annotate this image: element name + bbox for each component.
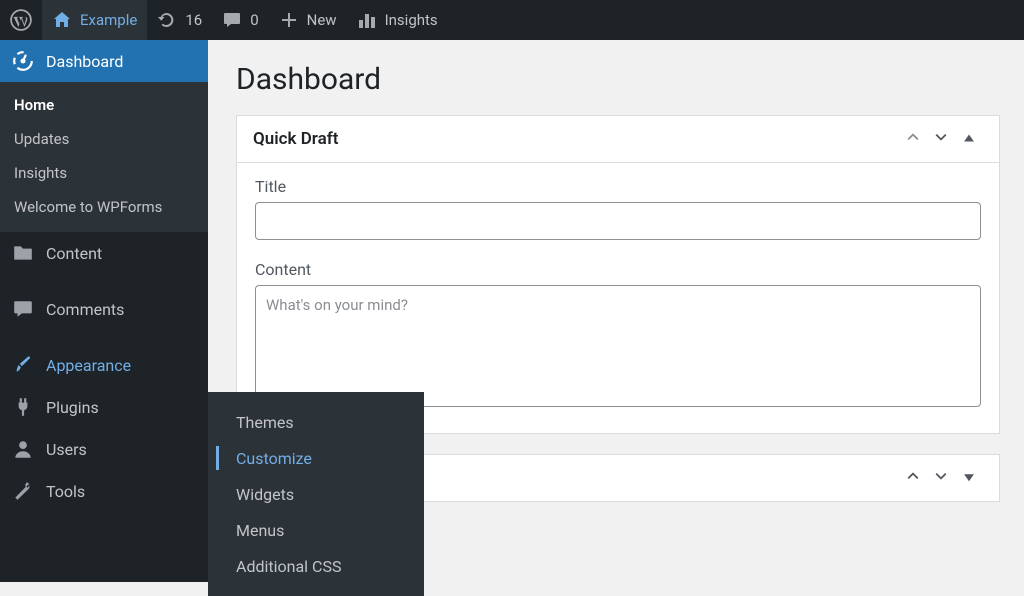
home-icon <box>52 10 72 30</box>
flyout-item-customize[interactable]: Customize <box>208 440 424 476</box>
page-title: Dashboard <box>236 62 1000 97</box>
submenu-item-insights[interactable]: Insights <box>0 156 208 190</box>
update-icon <box>157 10 177 30</box>
move-up-button[interactable] <box>899 125 927 153</box>
sidebar-item-label: Users <box>46 440 87 459</box>
toggle-panel-button[interactable] <box>955 125 983 153</box>
admin-sidebar: Dashboard Home Updates Insights Welcome … <box>0 40 208 582</box>
flyout-item-additional-css[interactable]: Additional CSS <box>208 548 424 584</box>
title-label: Title <box>255 177 981 196</box>
quick-draft-title: Quick Draft <box>253 129 899 149</box>
insights-label: Insights <box>385 11 438 29</box>
site-name-menu[interactable]: Example <box>42 0 147 40</box>
submenu-item-home[interactable]: Home <box>0 88 208 122</box>
sidebar-item-plugins[interactable]: Plugins <box>0 386 208 428</box>
sidebar-item-tools[interactable]: Tools <box>0 470 208 512</box>
triangle-down-icon <box>962 469 976 488</box>
flyout-item-themes[interactable]: Themes <box>208 404 424 440</box>
appearance-flyout: Themes Customize Widgets Menus Additiona… <box>208 392 424 596</box>
content-label: Content <box>255 260 981 279</box>
comment-icon <box>222 10 242 30</box>
user-icon <box>12 438 34 460</box>
insights-menu[interactable]: Insights <box>347 0 448 40</box>
new-content-label: New <box>307 11 337 29</box>
chevron-down-icon <box>933 129 949 149</box>
move-down-button[interactable] <box>927 464 955 492</box>
submenu-item-updates[interactable]: Updates <box>0 122 208 156</box>
sidebar-item-label: Content <box>46 244 102 263</box>
sidebar-item-label: Plugins <box>46 398 99 417</box>
site-name-label: Example <box>80 11 137 29</box>
plug-icon <box>12 396 34 418</box>
content-textarea[interactable] <box>255 285 981 407</box>
quick-draft-box: Quick Draft Title Content <box>236 115 1000 434</box>
chevron-down-icon <box>933 468 949 488</box>
title-input[interactable] <box>255 202 981 240</box>
submenu-item-welcome-wpforms[interactable]: Welcome to WPForms <box>0 190 208 224</box>
comment-icon <box>12 298 34 320</box>
toggle-panel-button[interactable] <box>955 464 983 492</box>
chevron-up-icon <box>905 468 921 488</box>
wrench-icon <box>12 480 34 502</box>
chevron-up-icon <box>905 129 921 149</box>
bar-chart-icon <box>357 10 377 30</box>
wp-logo-menu[interactable] <box>0 0 42 40</box>
updates-menu[interactable]: 16 <box>147 0 212 40</box>
sidebar-item-appearance[interactable]: Appearance <box>0 344 208 386</box>
updates-count: 16 <box>185 11 202 29</box>
sidebar-item-label: Dashboard <box>46 52 123 71</box>
triangle-up-icon <box>962 130 976 149</box>
quick-draft-header: Quick Draft <box>237 116 999 163</box>
flyout-item-menus[interactable]: Menus <box>208 512 424 548</box>
sidebar-item-comments[interactable]: Comments <box>0 288 208 330</box>
wordpress-icon <box>10 9 32 31</box>
dashboard-submenu: Home Updates Insights Welcome to WPForms <box>0 82 208 232</box>
sidebar-item-dashboard[interactable]: Dashboard <box>0 40 208 82</box>
folder-icon <box>12 242 34 264</box>
sidebar-item-label: Appearance <box>46 356 131 375</box>
sidebar-item-label: Comments <box>46 300 124 319</box>
move-up-button[interactable] <box>899 464 927 492</box>
sidebar-item-users[interactable]: Users <box>0 428 208 470</box>
comments-count: 0 <box>250 11 258 29</box>
new-content-menu[interactable]: New <box>269 0 347 40</box>
dashboard-icon <box>12 50 34 72</box>
plus-icon <box>279 10 299 30</box>
flyout-item-widgets[interactable]: Widgets <box>208 476 424 512</box>
admin-bar: Example 16 0 New Insights <box>0 0 1024 40</box>
sidebar-item-content[interactable]: Content <box>0 232 208 274</box>
comments-menu[interactable]: 0 <box>212 0 268 40</box>
sidebar-item-label: Tools <box>46 482 85 501</box>
move-down-button[interactable] <box>927 125 955 153</box>
brush-icon <box>12 354 34 376</box>
